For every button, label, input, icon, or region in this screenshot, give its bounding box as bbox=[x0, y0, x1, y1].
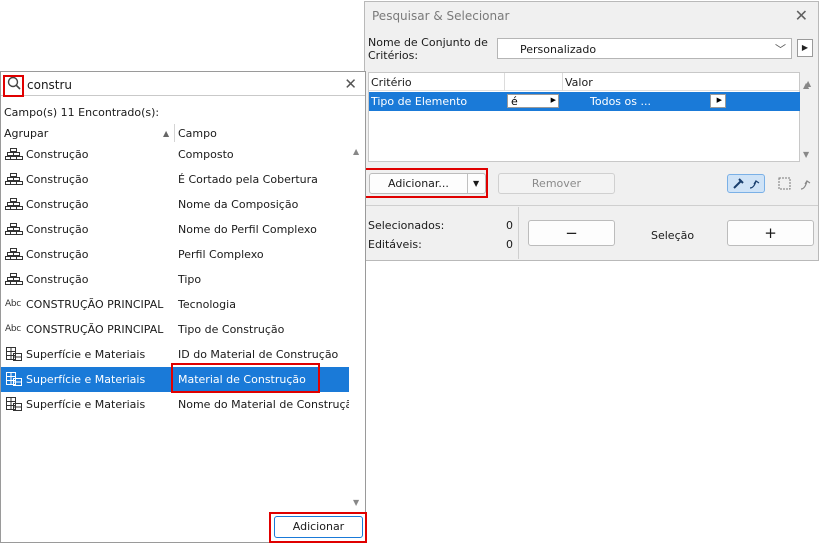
clear-search-icon[interactable]: ✕ bbox=[344, 75, 357, 93]
group-cell: Superfície e Materiais bbox=[26, 348, 146, 361]
group-cell: Construção bbox=[26, 273, 89, 286]
col-field-header[interactable]: Campo bbox=[178, 127, 217, 140]
marquee-icon bbox=[778, 177, 811, 190]
field-cell: Nome da Composição bbox=[178, 198, 299, 211]
col-group-header[interactable]: Agrupar bbox=[4, 127, 48, 140]
list-item[interactable]: Construção Perfil Complexo bbox=[1, 242, 349, 267]
group-cell: Construção bbox=[26, 248, 89, 261]
criterion-cell: Tipo de Elemento bbox=[371, 95, 468, 108]
group-cell: CONSTRUÇÃO PRINCIPAL bbox=[26, 298, 164, 311]
group-cell: CONSTRUÇÃO PRINCIPAL bbox=[26, 323, 164, 336]
value-arrow-button[interactable]: ▶ bbox=[710, 94, 726, 108]
criteria-set-arrow-button[interactable]: ▶ bbox=[797, 39, 813, 57]
construction-icon bbox=[5, 248, 23, 262]
pick-up-mode-button[interactable] bbox=[727, 174, 765, 193]
field-cell: Tipo bbox=[178, 273, 202, 286]
field-cell: Nome do Perfil Complexo bbox=[178, 223, 317, 236]
field-cell: Nome do Material de Construção bbox=[178, 398, 360, 411]
list-item[interactable]: Superfície e Materiais Nome do Material d… bbox=[1, 392, 359, 417]
list-item[interactable]: Construção Tipo bbox=[1, 267, 349, 292]
selection-label: Seleção bbox=[651, 229, 695, 242]
selected-count: 0 bbox=[506, 219, 513, 232]
search-input[interactable]: constru bbox=[27, 78, 72, 92]
dialog-title: Pesquisar & Selecionar bbox=[372, 9, 510, 23]
field-picker-panel: constru ✕ Campo(s) 11 Encontrado(s): Agr… bbox=[0, 71, 367, 543]
table-scroll-up-icon[interactable]: ▲ bbox=[803, 81, 809, 90]
operator-combo[interactable]: é ▶ bbox=[507, 94, 559, 108]
operator-value: é bbox=[511, 95, 518, 108]
criteria-set-label: Nome de Conjunto de Critérios: bbox=[368, 36, 488, 62]
triangle-right-icon: ▶ bbox=[550, 96, 556, 104]
field-cell: É Cortado pela Cobertura bbox=[178, 173, 318, 186]
list-item[interactable]: Construção Nome do Perfil Complexo bbox=[1, 217, 349, 242]
deselect-button[interactable]: − bbox=[528, 220, 615, 246]
scroll-down-icon[interactable]: ▼ bbox=[353, 498, 359, 507]
group-cell: Superfície e Materiais bbox=[26, 373, 146, 386]
triangle-right-icon: ▶ bbox=[716, 96, 722, 104]
list-scrollbar[interactable]: ▲ ▼ bbox=[349, 142, 365, 512]
criteria-table-header: Critério Valor bbox=[369, 73, 799, 91]
highlight-selected-field bbox=[171, 363, 320, 393]
col-value: Valor bbox=[565, 76, 593, 89]
editable-label: Editáveis: bbox=[368, 238, 422, 251]
criteria-row[interactable]: Tipo de Elemento é ▶ Todos os ... ▶ bbox=[369, 92, 800, 111]
construction-icon bbox=[5, 173, 23, 187]
list-item[interactable]: Construção Nome da Composição bbox=[1, 192, 349, 217]
highlight-add-field bbox=[269, 512, 367, 543]
field-cell: Composto bbox=[178, 148, 234, 161]
surface-materials-icon bbox=[5, 346, 23, 361]
group-cell: Construção bbox=[26, 173, 89, 186]
text-abc-icon: Abc bbox=[5, 324, 21, 334]
text-abc-icon: Abc bbox=[5, 299, 21, 309]
criteria-set-value: Personalizado bbox=[520, 43, 597, 56]
selected-label: Selecionados: bbox=[368, 219, 445, 232]
list-item[interactable]: Construção É Cortado pela Cobertura bbox=[1, 167, 349, 192]
sort-asc-icon: ▲ bbox=[163, 129, 170, 138]
scroll-up-icon[interactable]: ▲ bbox=[353, 147, 359, 156]
eyedropper-icon bbox=[733, 178, 760, 189]
value-cell: Todos os ... bbox=[590, 95, 651, 108]
found-count-text: Campo(s) 11 Encontrado(s): bbox=[4, 106, 160, 119]
col-criterion: Critério bbox=[371, 76, 412, 89]
highlight-search-icon bbox=[3, 75, 24, 97]
group-cell: Construção bbox=[26, 198, 89, 211]
group-cell: Construção bbox=[26, 223, 89, 236]
construction-icon bbox=[5, 148, 23, 162]
construction-icon bbox=[5, 198, 23, 212]
criteria-set-dropdown[interactable]: Personalizado ﹀ bbox=[497, 38, 792, 59]
table-scroll-down-icon[interactable]: ▼ bbox=[803, 150, 809, 159]
close-icon[interactable]: ✕ bbox=[795, 6, 808, 26]
construction-icon bbox=[5, 273, 23, 287]
highlight-add-criterion bbox=[363, 168, 488, 198]
field-cell: Perfil Complexo bbox=[178, 248, 264, 261]
group-cell: Construção bbox=[26, 148, 89, 161]
list-item[interactable]: Abc CONSTRUÇÃO PRINCIPAL Tipo de Construçã… bbox=[1, 317, 349, 342]
field-cell: Tipo de Construção bbox=[178, 323, 285, 336]
editable-count: 0 bbox=[506, 238, 513, 251]
surface-materials-icon bbox=[5, 371, 23, 386]
list-item[interactable]: Construção Composto bbox=[1, 142, 349, 167]
field-cell: Tecnologia bbox=[178, 298, 236, 311]
construction-icon bbox=[5, 223, 23, 237]
marquee-mode-button[interactable] bbox=[775, 174, 815, 193]
group-cell: Superfície e Materiais bbox=[26, 398, 146, 411]
select-button[interactable]: + bbox=[727, 220, 814, 246]
criteria-table: Critério Valor Tipo de Elemento é ▶ Todo… bbox=[368, 72, 811, 162]
remove-button[interactable]: Remover bbox=[498, 173, 615, 194]
field-cell: ID do Material de Construção bbox=[178, 348, 339, 361]
chevron-down-icon: ﹀ bbox=[775, 43, 786, 56]
search-bar[interactable]: constru ✕ bbox=[1, 72, 365, 96]
search-select-dialog: Pesquisar & Selecionar ✕ Nome de Conjunt… bbox=[363, 1, 819, 261]
list-item[interactable]: Abc CONSTRUÇÃO PRINCIPAL Tecnologia bbox=[1, 292, 349, 317]
surface-materials-icon bbox=[5, 396, 23, 411]
field-list: Construção Composto Construção É Cortado pe… bbox=[1, 142, 359, 512]
